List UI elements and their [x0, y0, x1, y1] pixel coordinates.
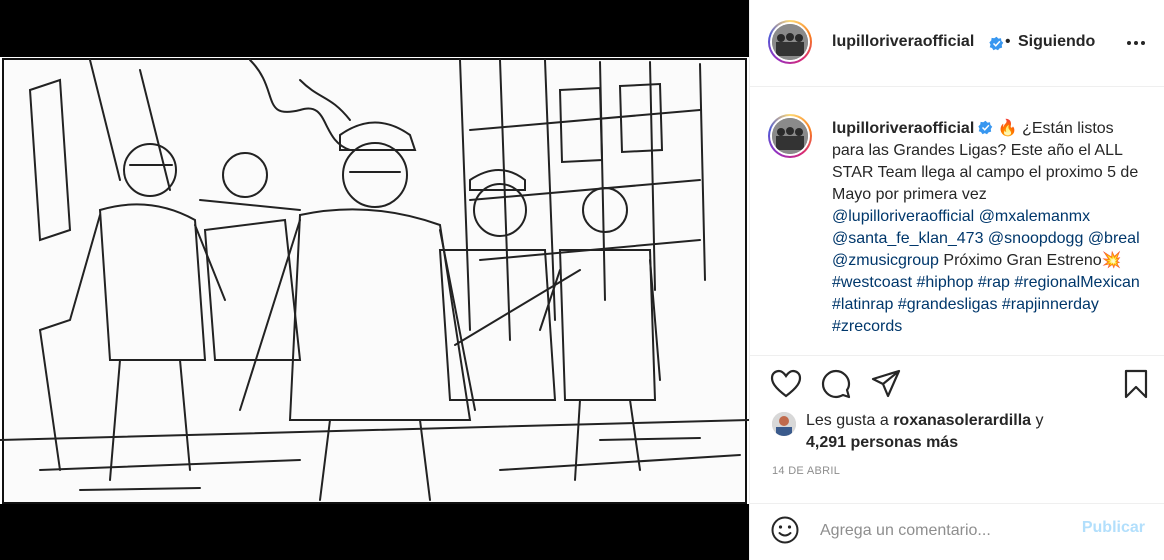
- hashtag-link[interactable]: #rap: [978, 274, 1010, 291]
- verified-badge-icon: [978, 120, 993, 135]
- action-bar: [750, 355, 1164, 411]
- mention-link[interactable]: @santa_fe_klan_473: [832, 230, 983, 247]
- mention-link[interactable]: @snoopdogg: [988, 230, 1083, 247]
- avatar[interactable]: [768, 20, 812, 64]
- post-header: lupilloriveraofficial • Siguiendo: [750, 0, 1164, 87]
- hashtag-link[interactable]: #westcoast: [832, 274, 912, 291]
- sketch-illustration: [0, 57, 749, 504]
- hashtag-link[interactable]: #hiphop: [917, 274, 974, 291]
- liker-avatar[interactable]: [772, 412, 796, 436]
- post-date[interactable]: 14 DE ABRIL: [772, 465, 840, 477]
- caption-section: lupilloriveraofficial 🔥 ¿Están listos pa…: [750, 88, 1164, 350]
- comment-bar: Publicar: [750, 503, 1164, 560]
- mention-link[interactable]: @zmusicgroup: [832, 252, 939, 269]
- likes-prefix: Les gusta a: [806, 412, 889, 429]
- mention-link[interactable]: @breal: [1088, 230, 1140, 247]
- caption-text: lupilloriveraofficial 🔥 ¿Están listos pa…: [832, 118, 1142, 338]
- hashtag-link[interactable]: #latinrap: [832, 296, 893, 313]
- hashtag-link[interactable]: #grandesligas: [898, 296, 998, 313]
- more-options-icon[interactable]: [1125, 33, 1147, 53]
- liker-username[interactable]: roxanasolerardilla: [893, 412, 1031, 429]
- username[interactable]: lupilloriveraofficial: [832, 33, 974, 51]
- caption-username[interactable]: lupilloriveraofficial: [832, 120, 974, 137]
- separator-dot: •: [1005, 33, 1011, 50]
- mention-link[interactable]: @lupilloriveraofficial: [832, 208, 974, 225]
- share-icon[interactable]: [870, 368, 902, 400]
- hashtag-link[interactable]: #rapjinnerday: [1002, 296, 1099, 313]
- likes-count[interactable]: 4,291 personas más: [806, 434, 958, 451]
- hashtag-link[interactable]: #regionalMexican: [1014, 274, 1139, 291]
- mention-link[interactable]: @mxalemanmx: [979, 208, 1090, 225]
- caption-body-2: Próximo Gran Estreno💥: [943, 252, 1122, 269]
- post-side-panel: lupilloriveraofficial • Siguiendo lupill…: [749, 0, 1164, 560]
- emoji-icon[interactable]: [770, 515, 800, 545]
- hashtag-link[interactable]: #zrecords: [832, 318, 902, 335]
- verified-badge-icon: [989, 36, 1004, 51]
- bookmark-icon[interactable]: [1120, 368, 1152, 400]
- heart-icon[interactable]: [770, 368, 802, 400]
- likes-conjunction: y: [1035, 412, 1044, 429]
- post-image[interactable]: [0, 0, 749, 560]
- comment-input[interactable]: [820, 519, 1070, 543]
- comment-icon[interactable]: [820, 368, 852, 400]
- caption-avatar[interactable]: [768, 114, 812, 158]
- following-button[interactable]: Siguiendo: [1018, 33, 1095, 51]
- publish-button[interactable]: Publicar: [1082, 519, 1145, 537]
